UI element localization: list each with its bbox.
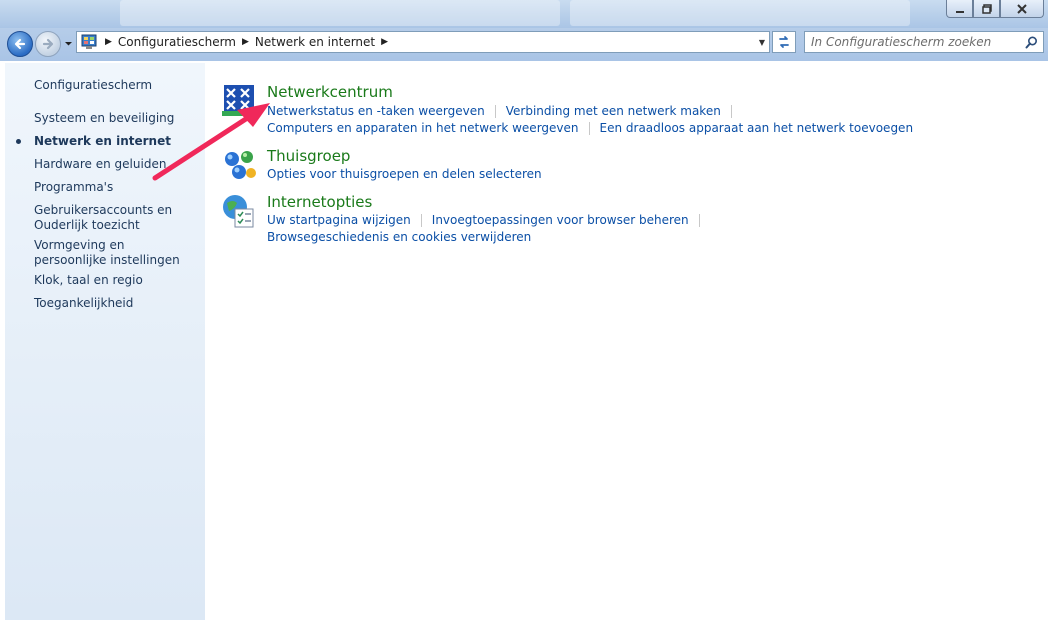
link-startpagina-wijzigen[interactable]: Uw startpagina wijzigen — [267, 213, 411, 227]
refresh-icon — [779, 36, 789, 48]
sidebar-item-configuratiescherm[interactable]: Configuratiescherm — [34, 78, 152, 93]
address-dropdown-icon[interactable]: ▼ — [759, 38, 765, 47]
category-title-netwerkcentrum[interactable]: Netwerkcentrum — [267, 83, 393, 101]
breadcrumb-separator[interactable]: ▶ — [242, 37, 249, 47]
breadcrumb-netwerk-en-internet[interactable]: Netwerk en internet — [255, 35, 375, 49]
active-bullet — [16, 139, 21, 144]
category-links-row: Netwerkstatus en -taken weergeven Verbind… — [267, 104, 742, 118]
network-center-icon[interactable] — [221, 83, 257, 119]
homegroup-icon[interactable] — [221, 147, 257, 183]
link-separator — [494, 105, 496, 118]
link-separator — [420, 214, 422, 227]
control-panel-icon — [81, 34, 97, 49]
close-button[interactable] — [1000, 0, 1044, 18]
link-draadloos-apparaat[interactable]: Een draadloos apparaat aan het netwerk t… — [600, 121, 914, 135]
maximize-button[interactable] — [973, 0, 1000, 18]
category-links-row: Uw startpagina wijzigen Invoegtoepassinge… — [267, 213, 710, 227]
category-links-row: Opties voor thuisgroepen en delen select… — [267, 167, 542, 181]
link-invoegtoepassingen[interactable]: Invoegtoepassingen voor browser beheren — [432, 213, 689, 227]
maximize-icon — [981, 3, 992, 14]
minimize-button[interactable] — [946, 0, 973, 18]
link-netwerkstatus[interactable]: Netwerkstatus en -taken weergeven — [267, 104, 485, 118]
category-links-row: Computers en apparaten in het netwerk we… — [267, 121, 913, 135]
sidebar-item-gebruikersaccounts[interactable]: Gebruikersaccounts en Ouderlijk toezicht — [34, 203, 184, 233]
sidebar-item-klok-taal-en-regio[interactable]: Klok, taal en regio — [34, 273, 143, 288]
category-links-row: Browsegeschiedenis en cookies verwijdere… — [267, 230, 531, 244]
category-title-thuisgroep[interactable]: Thuisgroep — [267, 147, 350, 165]
search-box[interactable] — [804, 31, 1044, 53]
link-computers-weergeven[interactable]: Computers en apparaten in het netwerk we… — [267, 121, 579, 135]
link-separator — [588, 122, 590, 135]
internet-options-icon[interactable] — [221, 193, 257, 229]
window-titlebar — [0, 0, 1048, 28]
address-bar[interactable]: ▶ Configuratiescherm ▶ Netwerk en intern… — [76, 31, 770, 53]
glass-background — [570, 0, 910, 26]
sidebar-item-netwerk-en-internet[interactable]: Netwerk en internet — [34, 134, 171, 149]
breadcrumb-separator[interactable]: ▶ — [381, 37, 388, 47]
forward-arrow-icon — [42, 38, 54, 50]
forward-button[interactable] — [35, 31, 61, 57]
main-content: Netwerkcentrum Netwerkstatus en -taken w… — [205, 63, 1048, 620]
link-separator — [698, 214, 700, 227]
refresh-button[interactable] — [772, 31, 796, 53]
close-icon — [1017, 3, 1027, 14]
minimize-icon — [955, 10, 964, 13]
breadcrumb-configuratiescherm[interactable]: Configuratiescherm — [118, 35, 236, 49]
link-browsegeschiedenis-verwijderen[interactable]: Browsegeschiedenis en cookies verwijdere… — [267, 230, 531, 244]
sidebar-item-programmas[interactable]: Programma's — [34, 180, 113, 195]
link-thuisgroep-opties[interactable]: Opties voor thuisgroepen en delen select… — [267, 167, 542, 181]
back-button[interactable] — [7, 31, 33, 57]
recent-pages-dropdown-icon[interactable] — [64, 39, 73, 48]
sidebar: Configuratiescherm Systeem en beveiligin… — [5, 63, 205, 620]
sidebar-item-toegankelijkheid[interactable]: Toegankelijkheid — [34, 296, 133, 311]
breadcrumb-separator[interactable]: ▶ — [105, 37, 112, 47]
navigation-bar: ▶ Configuratiescherm ▶ Netwerk en intern… — [0, 28, 1048, 61]
window-controls — [946, 0, 1044, 18]
glass-background — [120, 0, 560, 26]
link-verbinding-maken[interactable]: Verbinding met een netwerk maken — [506, 104, 721, 118]
category-title-internetopties[interactable]: Internetopties — [267, 193, 372, 211]
sidebar-item-systeem-en-beveiliging[interactable]: Systeem en beveiliging — [34, 111, 174, 126]
link-separator — [730, 105, 732, 118]
sidebar-item-hardware-en-geluiden[interactable]: Hardware en geluiden — [34, 157, 166, 172]
sidebar-item-vormgeving[interactable]: Vormgeving en persoonlijke instellingen — [34, 238, 194, 268]
back-arrow-icon — [14, 38, 26, 50]
search-input[interactable] — [811, 35, 1016, 49]
search-icon[interactable] — [1025, 36, 1038, 49]
